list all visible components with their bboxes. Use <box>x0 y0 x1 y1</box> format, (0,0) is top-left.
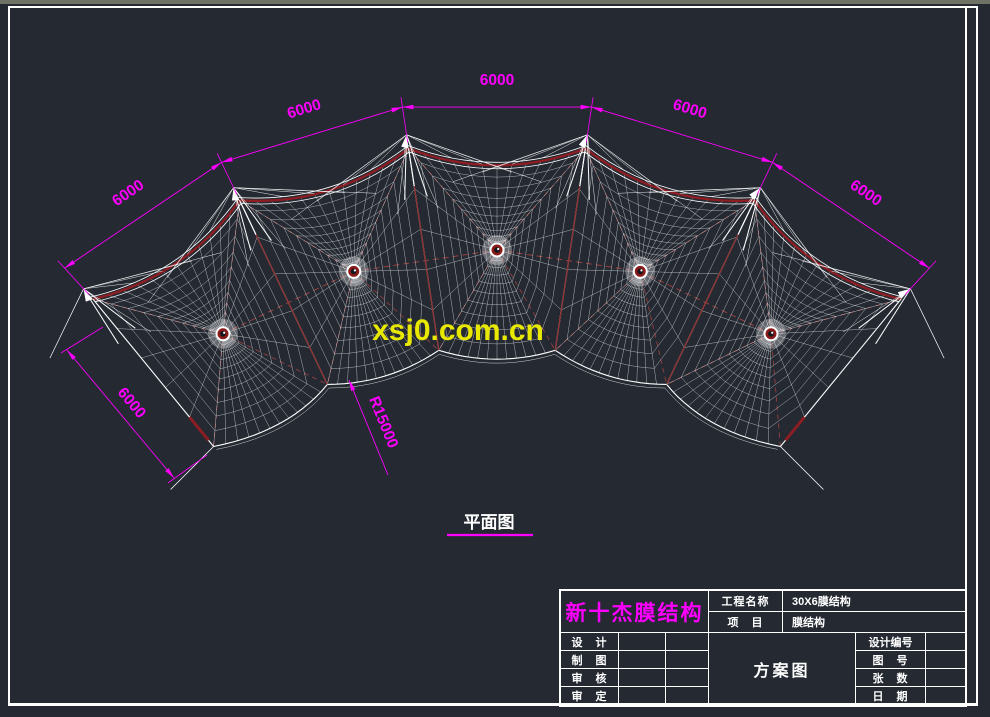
designer-extra-cell <box>666 633 709 651</box>
figure-no-value-cell <box>926 651 965 669</box>
approver-value-cell <box>619 687 666 705</box>
project-name-value: 30X6膜结构 <box>783 591 965 612</box>
drafter-label: 制 图 <box>561 651 619 669</box>
approver-label: 审 定 <box>561 687 619 705</box>
window-top-strip <box>0 0 990 4</box>
design-no-label: 设计编号 <box>856 633 926 651</box>
design-no-value-cell <box>926 633 965 651</box>
approver-extra-cell <box>666 687 709 705</box>
date-label: 日 期 <box>856 687 926 705</box>
drafter-value-cell <box>619 651 666 669</box>
designer-label: 设 计 <box>561 633 619 651</box>
item-value: 膜结构 <box>783 612 965 633</box>
checker-label: 审 核 <box>561 669 619 687</box>
title-block: 新十杰膜结构 工程名称 30X6膜结构 项 目 膜结构 设 计 制 图 审 核 … <box>559 589 967 707</box>
project-name-label: 工程名称 <box>709 591 783 612</box>
checker-extra-cell <box>666 669 709 687</box>
designer-value-cell <box>619 633 666 651</box>
company-name: 新十杰膜结构 <box>561 591 709 633</box>
item-label: 项 目 <box>709 612 783 633</box>
drawing-sheet: 600060006000600060006000R15000xsj0.com.c… <box>0 0 990 717</box>
sheet-count-label: 张 数 <box>856 669 926 687</box>
figure-no-label: 图 号 <box>856 651 926 669</box>
date-value-cell <box>926 687 965 705</box>
drafter-extra-cell <box>666 651 709 669</box>
sheet-count-value-cell <box>926 669 965 687</box>
drawing-type-title: 方案图 <box>709 633 856 705</box>
checker-value-cell <box>619 669 666 687</box>
